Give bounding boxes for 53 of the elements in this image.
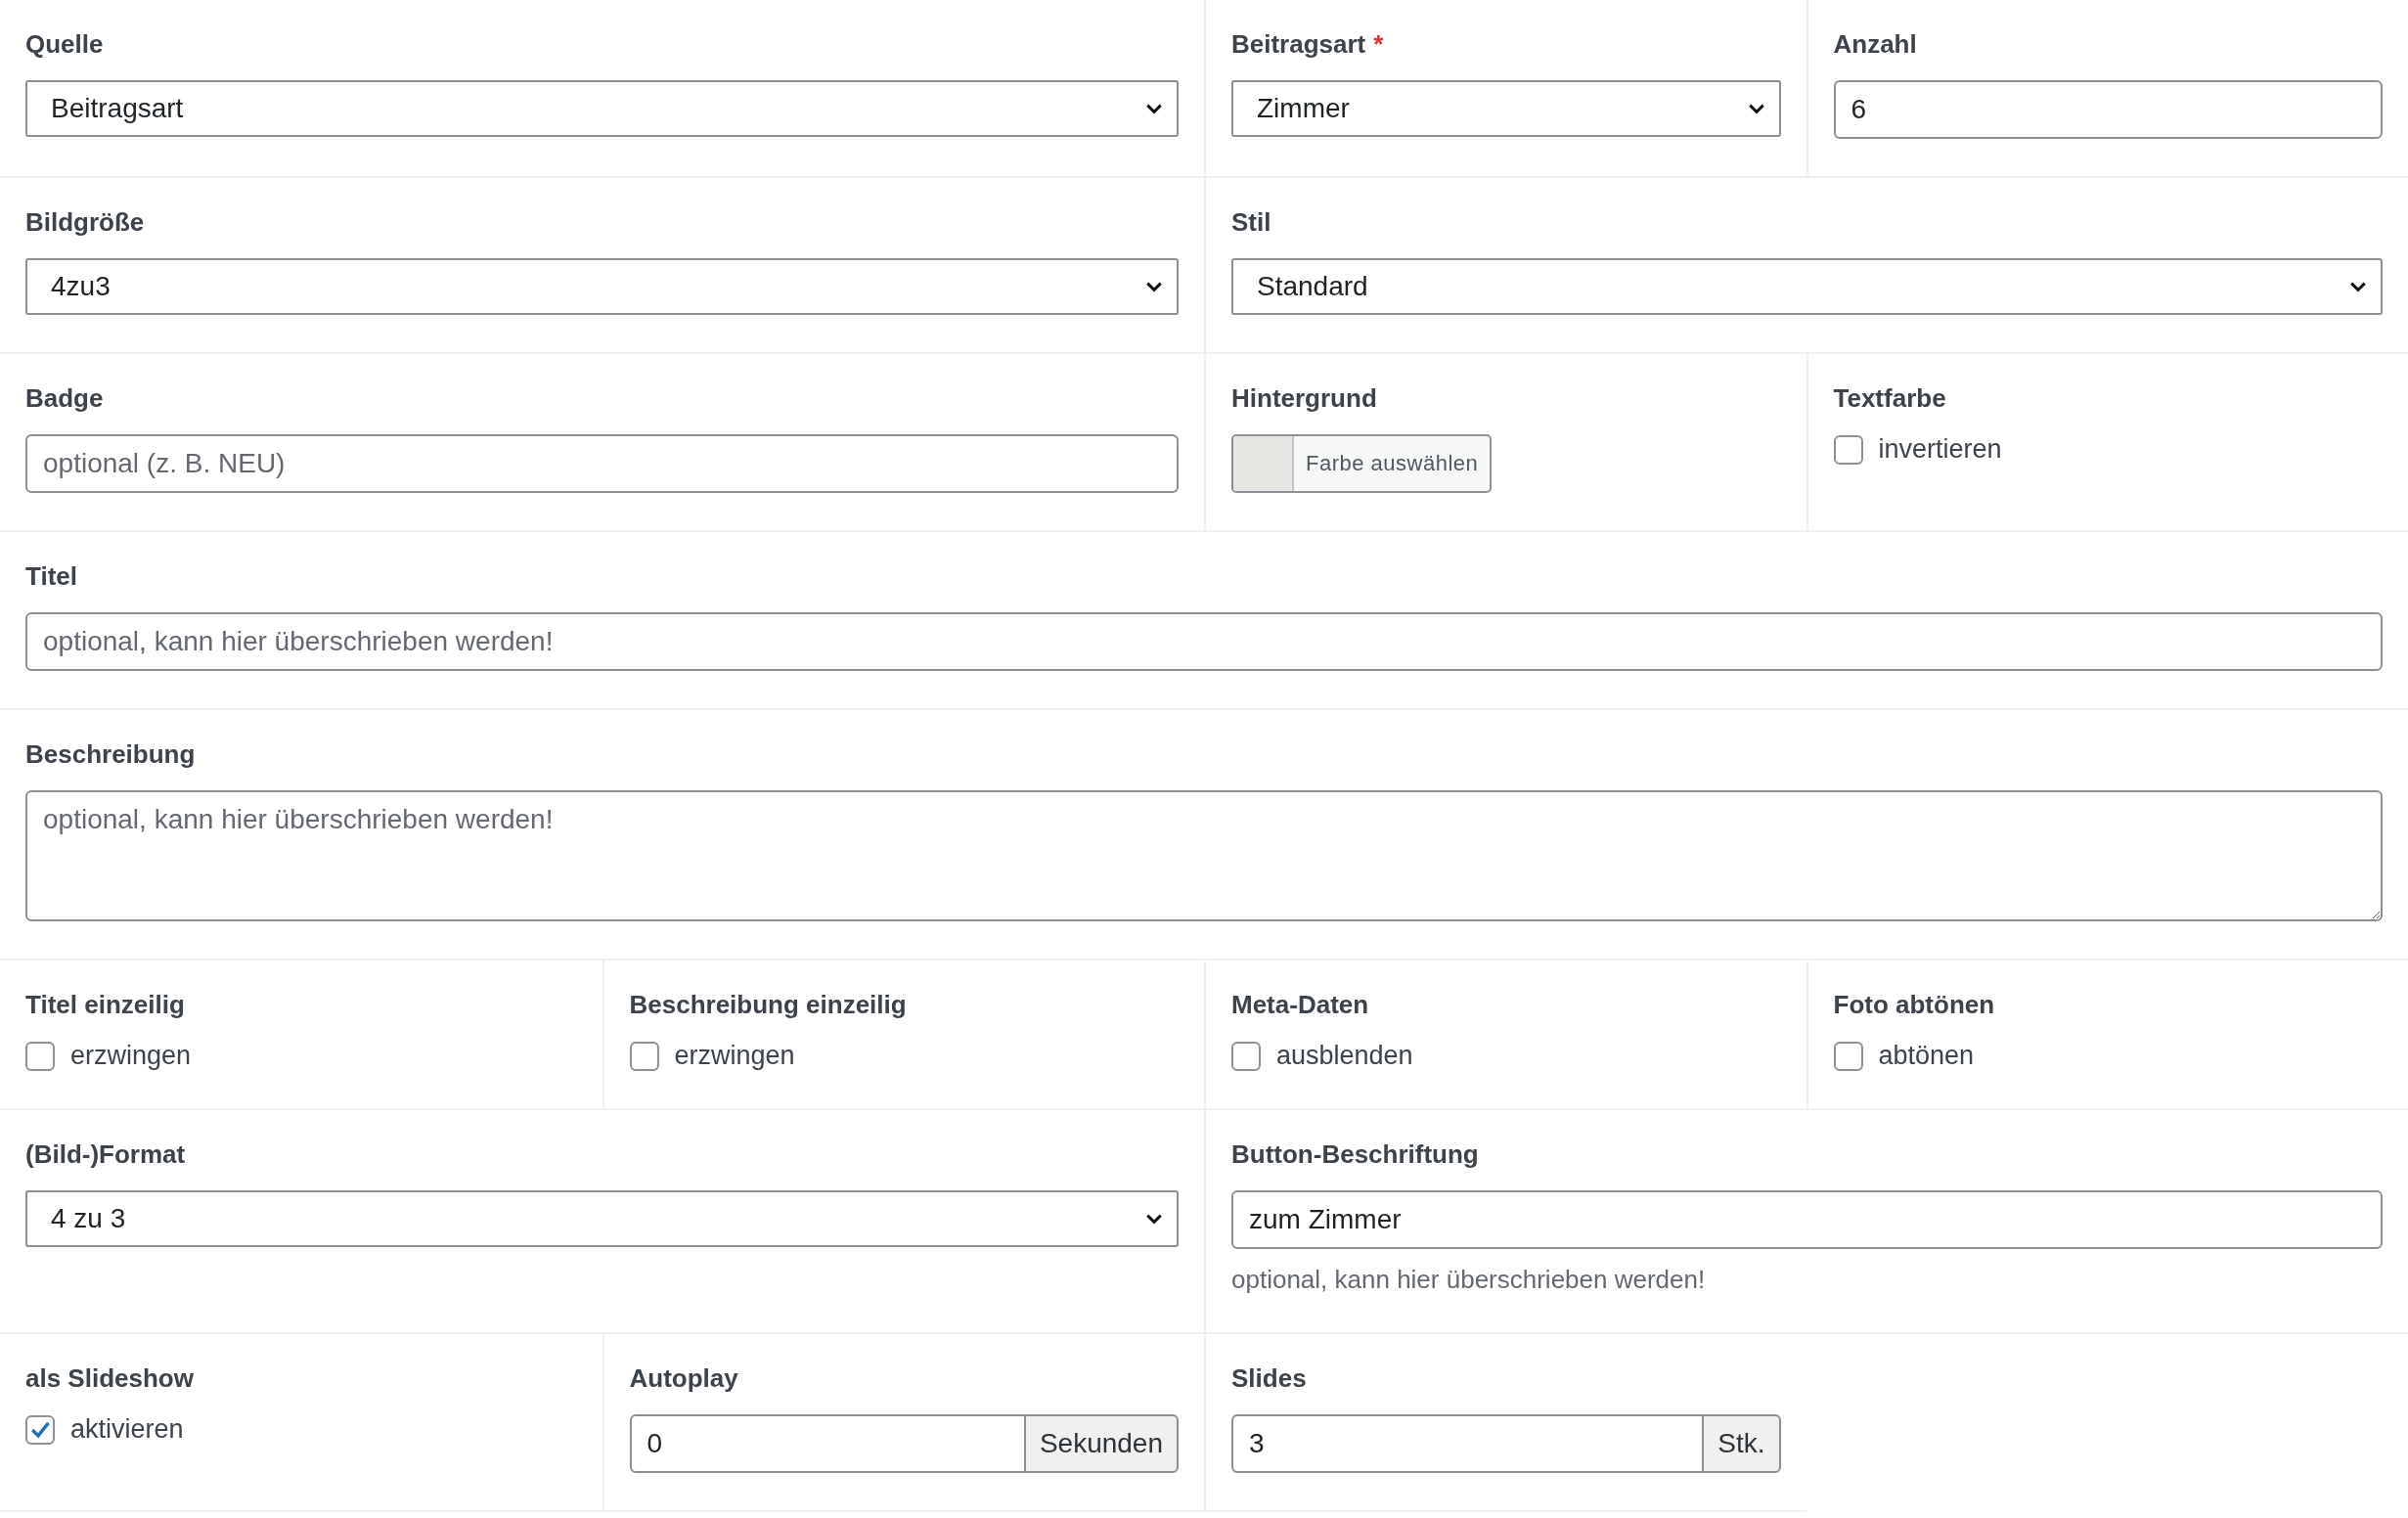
field-label: Slides xyxy=(1231,1362,1307,1395)
dropdown-select[interactable]: Standard xyxy=(1231,258,2383,315)
field-label: (Bild-)Format xyxy=(25,1138,186,1171)
text-area[interactable]: optional, kann hier überschrieben werden! xyxy=(25,790,2383,921)
checkbox-label: erzwingen xyxy=(70,1041,192,1071)
field-label: Titel xyxy=(25,560,77,593)
chevron-down-icon xyxy=(1145,103,1163,114)
field-label: Anzahl xyxy=(1833,28,1917,61)
chevron-down-icon xyxy=(2349,281,2367,292)
dropdown-select[interactable]: 4zu3 xyxy=(25,258,1179,315)
field-label: Bildgröße xyxy=(25,206,145,239)
checkbox[interactable] xyxy=(1833,1041,1863,1071)
field-label: Beschreibung xyxy=(25,738,196,771)
number-field[interactable]: 0 xyxy=(629,1414,1026,1473)
field-label: Hintergrund xyxy=(1231,382,1377,415)
field-label: Button-Beschriftung xyxy=(1231,1138,1479,1171)
unit-addon: Sekunden xyxy=(1025,1414,1179,1473)
field-label: Badge xyxy=(25,382,104,415)
checkbox[interactable] xyxy=(629,1041,659,1071)
field-label: Meta-Daten xyxy=(1231,989,1369,1021)
chevron-down-icon xyxy=(1145,281,1163,292)
checkbox-label: abtönen xyxy=(1878,1041,1975,1071)
chevron-down-icon xyxy=(1145,1213,1163,1225)
field-label: Quelle xyxy=(25,28,104,61)
number-field[interactable]: 3 xyxy=(1231,1414,1705,1473)
checkbox-label: erzwingen xyxy=(674,1041,795,1071)
checkbox[interactable] xyxy=(1833,434,1863,465)
text-field[interactable]: 6 xyxy=(1833,80,2383,139)
text-field[interactable]: optional, kann hier überschrieben werden! xyxy=(25,612,2383,671)
checkbox-label: ausblenden xyxy=(1276,1041,1413,1071)
checkbox[interactable] xyxy=(1231,1041,1261,1071)
text-field[interactable]: optional (z. B. NEU) xyxy=(25,434,1179,493)
chevron-down-icon xyxy=(1747,103,1765,114)
checkbox-label: aktivieren xyxy=(70,1414,184,1445)
field-label: als Slideshow xyxy=(25,1362,194,1395)
dropdown-select[interactable]: 4 zu 3 xyxy=(25,1190,1179,1247)
field-label: Stil xyxy=(1231,206,1271,239)
text-field[interactable]: zum Zimmer xyxy=(1231,1190,2383,1249)
field-label: Foto abtönen xyxy=(1833,989,1995,1021)
field-label: Titel einzeilig xyxy=(25,989,185,1021)
color-picker-button[interactable]: Farbe auswählen xyxy=(1231,434,1493,493)
checkbox[interactable] xyxy=(25,1041,55,1071)
checkbox[interactable] xyxy=(25,1414,55,1445)
dropdown-select[interactable]: Zimmer xyxy=(1231,80,1781,137)
unit-addon: Stk. xyxy=(1704,1414,1781,1473)
field-label: Autoplay xyxy=(629,1362,738,1395)
field-label: Beitragsart xyxy=(1231,28,1366,61)
field-label: Beschreibung einzeilig xyxy=(629,989,907,1021)
dropdown-select[interactable]: Beitragsart xyxy=(25,80,1179,137)
field-label: Textfarbe xyxy=(1833,382,1946,415)
required-asterisk: * xyxy=(1373,28,1384,61)
help-text: optional, kann hier überschrieben werden! xyxy=(1231,1265,1707,1295)
checkbox-label: invertieren xyxy=(1878,434,2002,465)
